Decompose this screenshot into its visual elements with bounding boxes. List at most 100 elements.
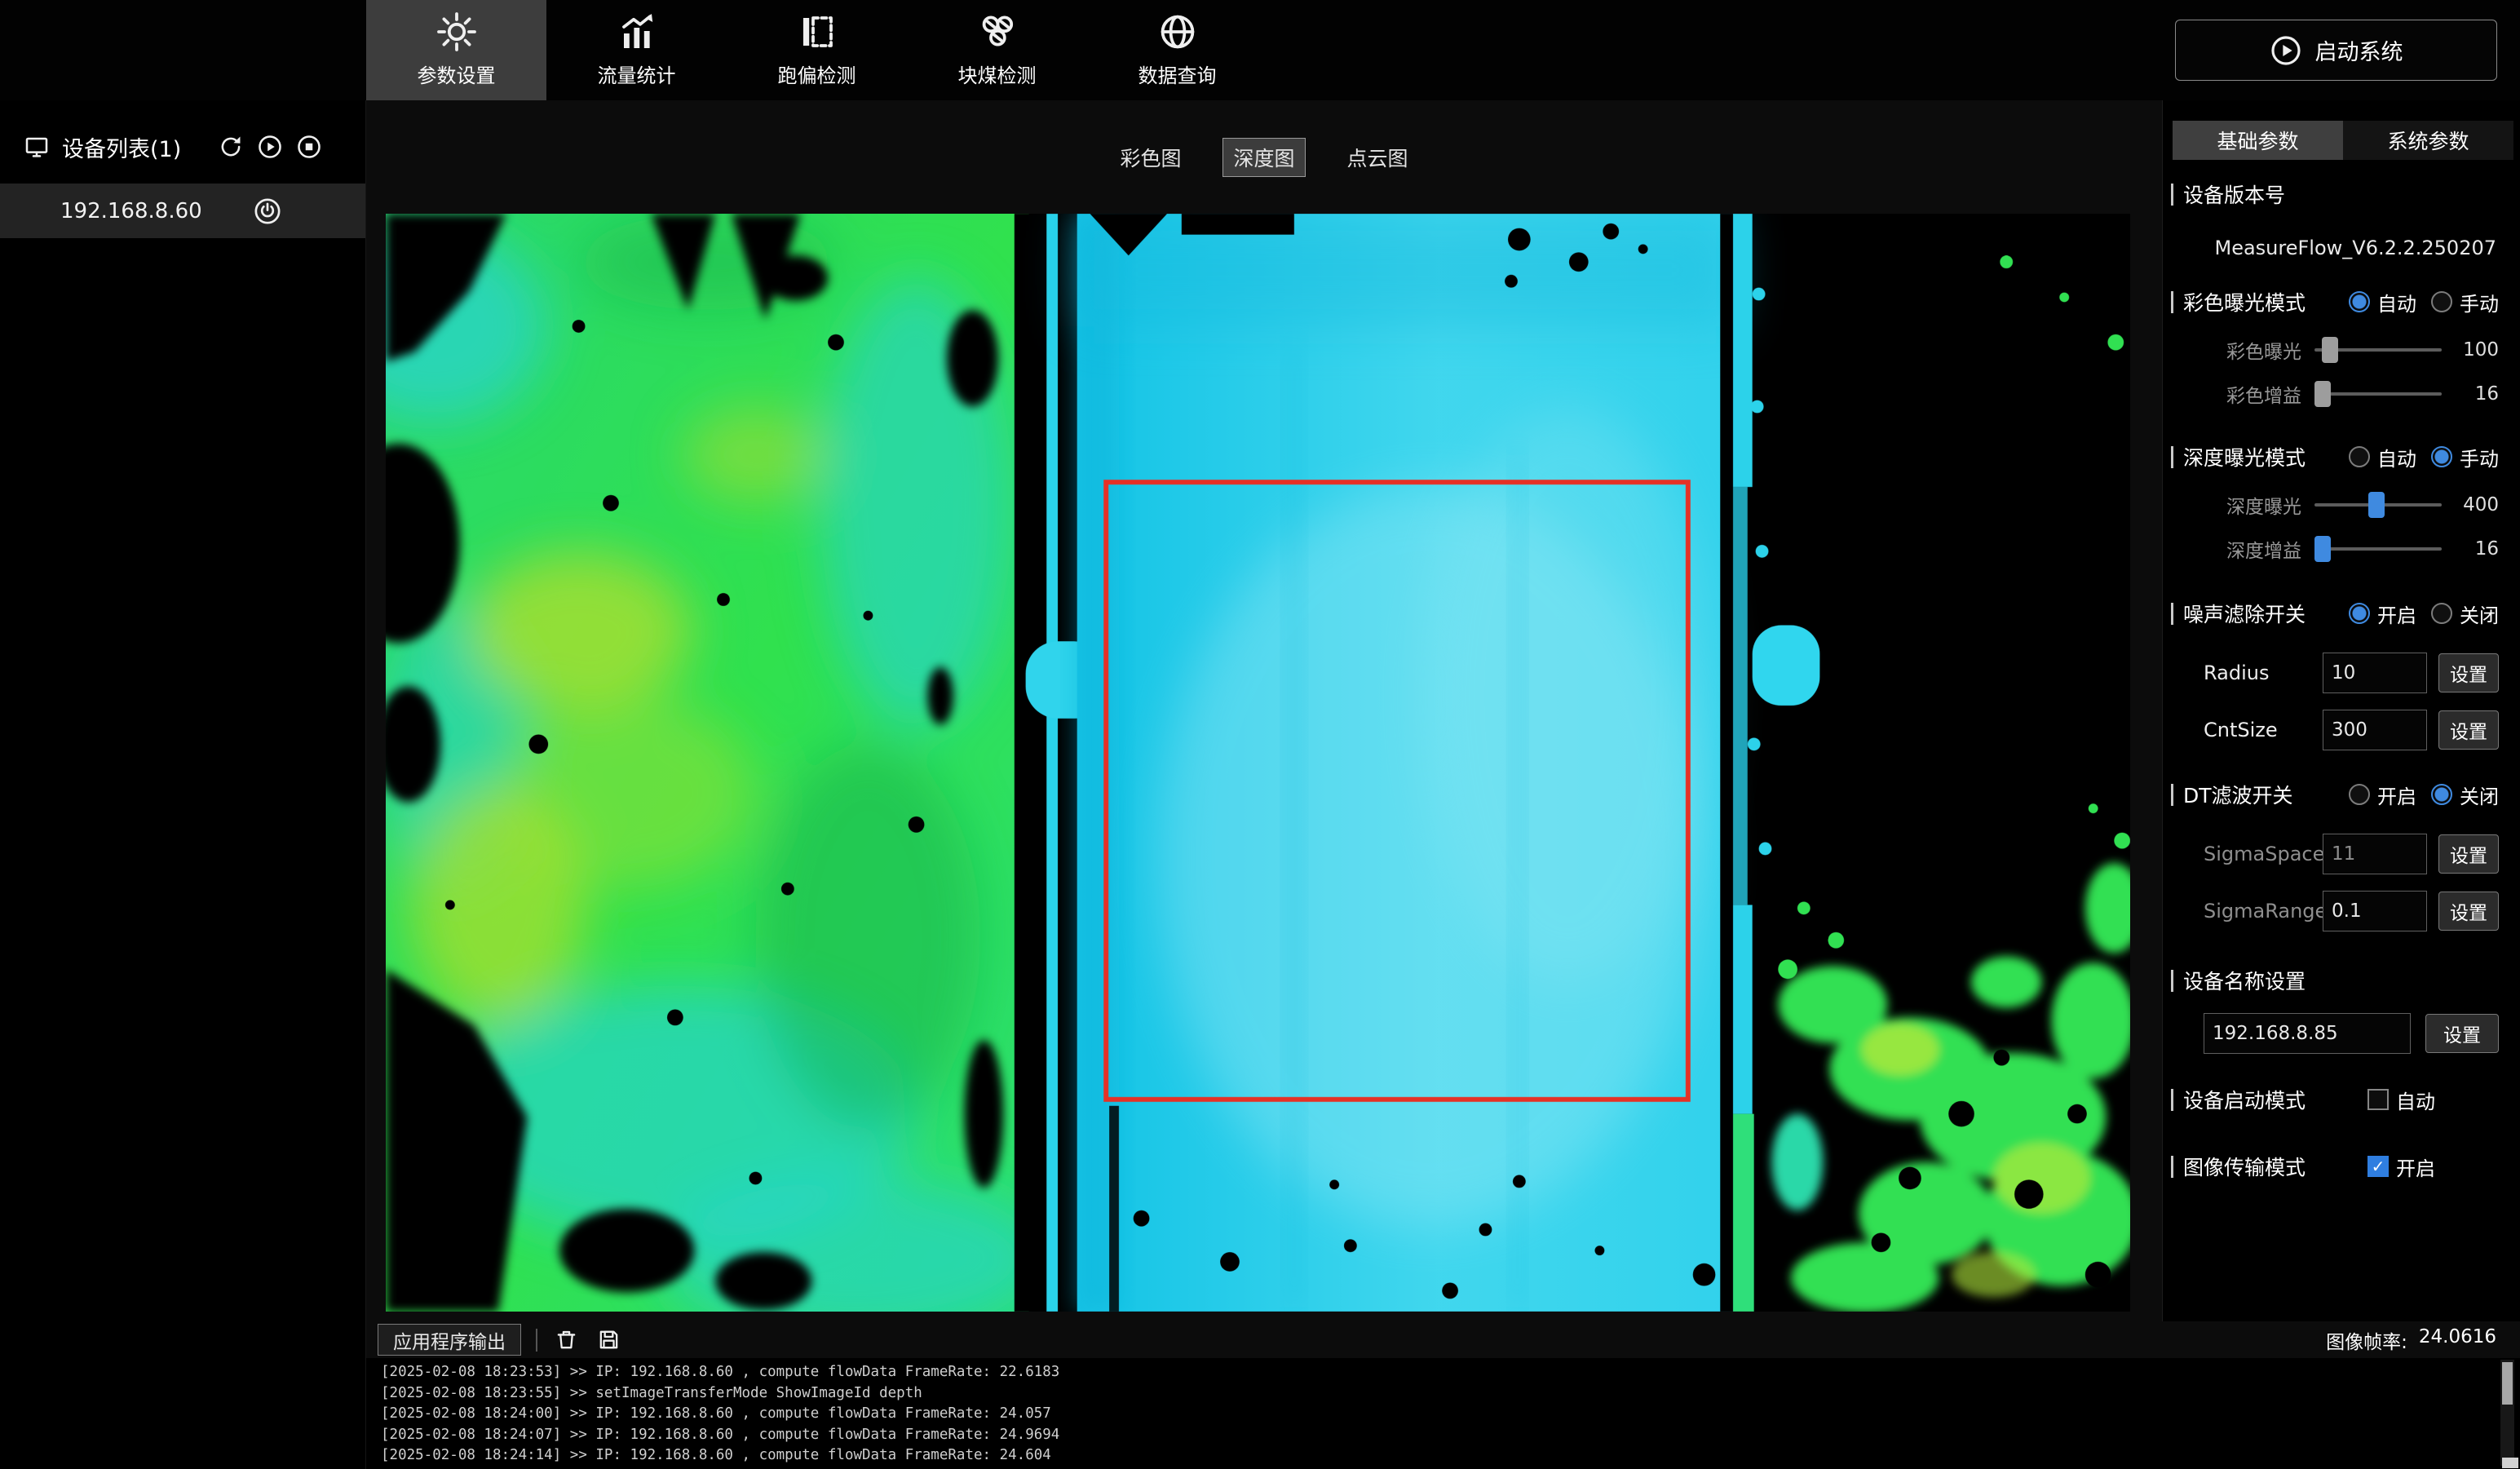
radius-input[interactable] <box>2323 653 2427 693</box>
section-marker <box>2171 1156 2173 1178</box>
cntsize-input[interactable] <box>2323 710 2427 750</box>
noise-filter-off-radio[interactable] <box>2431 603 2452 624</box>
color-exposure-slider-row: 彩色曝光 100 <box>2210 336 2499 364</box>
clear-log-icon[interactable] <box>552 1326 580 1354</box>
sigmaspace-field-row: SigmaSpace 设置 <box>2204 834 2499 874</box>
color-exposure-auto-radio[interactable] <box>2349 291 2370 312</box>
sigmaspace-input[interactable] <box>2323 834 2427 874</box>
device-list-title: 设备列表(1) <box>62 131 181 163</box>
device-name-row: 设置 <box>2204 1013 2499 1054</box>
dt-filter-on-radio[interactable] <box>2349 784 2370 805</box>
device-name-input[interactable] <box>2204 1013 2411 1054</box>
cntsize-set-button[interactable]: 设置 <box>2438 710 2499 750</box>
section-marker <box>2171 291 2173 313</box>
slider-handle[interactable] <box>2314 536 2331 562</box>
section-marker <box>2171 446 2173 468</box>
toolbar-item-label: 块煤检测 <box>958 60 1037 88</box>
device-ip: 192.168.8.60 <box>60 199 202 223</box>
toolbar-item-flow-stats[interactable]: 流量统计 <box>546 0 727 100</box>
sigmarange-field-row: SigmaRange 设置 <box>2204 891 2499 931</box>
toolbar-item-label: 流量统计 <box>598 60 676 88</box>
noise-filter-section: 噪声滤除开关 开启 关闭 <box>2171 599 2520 628</box>
start-device-icon[interactable] <box>256 133 284 161</box>
params-panel: 基础参数 系统参数 设备版本号 MeasureFlow_V6.2.2.25020… <box>2162 100 2520 1321</box>
toolbar-item-label: 跑偏检测 <box>778 60 856 88</box>
radius-field-row: Radius 设置 <box>2204 653 2499 693</box>
start-mode-auto-checkbox[interactable] <box>2367 1089 2389 1110</box>
refresh-devices-icon[interactable] <box>217 133 245 161</box>
depth-gain-slider-row: 深度增益 16 <box>2210 535 2499 563</box>
log-scrollbar-thumb[interactable] <box>2502 1362 2513 1405</box>
color-exposure-slider[interactable] <box>2314 348 2442 352</box>
color-gain-slider[interactable] <box>2314 392 2442 396</box>
transfer-mode-on-checkbox[interactable]: ✓ <box>2367 1156 2389 1177</box>
start-system-label: 启动系统 <box>2315 34 2403 66</box>
section-marker <box>2171 784 2173 806</box>
power-icon[interactable] <box>253 197 282 226</box>
sigmaspace-set-button[interactable]: 设置 <box>2438 834 2499 874</box>
depth-exposure-manual-radio[interactable] <box>2431 446 2452 467</box>
top-toolbar: 参数设置 流量统计 跑偏检测 <box>0 0 2520 100</box>
toolbar-item-deviation-detect[interactable]: 跑偏检测 <box>727 0 907 100</box>
data-query-icon <box>1158 12 1197 51</box>
deviation-icon <box>798 12 837 51</box>
dt-filter-off-radio[interactable] <box>2431 784 2452 805</box>
frame-rate: 图像帧率: 24.0616 <box>2326 1326 2496 1354</box>
gear-icon <box>437 12 476 51</box>
device-list-header: 设备列表(1) <box>0 122 365 172</box>
output-bar: 应用程序输出 图像帧率: 24.0616 <box>366 1321 2520 1358</box>
device-sidebar: 设备列表(1) 192.16 <box>0 100 366 1469</box>
stop-device-icon[interactable] <box>295 133 323 161</box>
depth-exposure-auto-radio[interactable] <box>2349 446 2370 467</box>
play-circle-icon <box>2270 34 2302 67</box>
log-line: [2025-02-08 18:24:00] >> IP: 192.168.8.6… <box>381 1404 2481 1425</box>
log-panel: [2025-02-08 18:23:53] >> IP: 192.168.8.6… <box>366 1358 2520 1469</box>
slider-handle[interactable] <box>2322 337 2338 363</box>
log-line: [2025-02-08 18:24:14] >> IP: 192.168.8.6… <box>381 1445 2481 1467</box>
toolbar-item-data-query[interactable]: 数据查询 <box>1087 0 1267 100</box>
app-window: 参数设置 流量统计 跑偏检测 <box>0 0 2520 1469</box>
save-log-icon[interactable] <box>595 1326 622 1354</box>
params-tabs: 基础参数 系统参数 <box>2173 121 2513 160</box>
toolbar-item-coal-detect[interactable]: 块煤检测 <box>907 0 1087 100</box>
device-row[interactable]: 192.168.8.60 <box>0 184 365 238</box>
tab-basic-params[interactable]: 基础参数 <box>2173 121 2343 160</box>
app-output-tab[interactable]: 应用程序输出 <box>378 1324 521 1356</box>
toolbar-item-label: 参数设置 <box>418 60 496 88</box>
tab-depth-image[interactable]: 深度图 <box>1222 138 1305 177</box>
slider-handle[interactable] <box>2314 381 2331 407</box>
radius-set-button[interactable]: 设置 <box>2438 653 2499 692</box>
depth-image-view[interactable] <box>386 214 2130 1312</box>
cntsize-field-row: CntSize 设置 <box>2204 710 2499 750</box>
sigmarange-input[interactable] <box>2323 891 2427 931</box>
log-line: [2025-02-08 18:23:53] >> IP: 192.168.8.6… <box>381 1362 2481 1383</box>
color-exposure-section: 彩色曝光模式 自动 手动 <box>2171 287 2520 316</box>
color-exposure-manual-radio[interactable] <box>2431 291 2452 312</box>
toolbar-item-param-settings[interactable]: 参数设置 <box>366 0 546 100</box>
depth-exposure-slider[interactable] <box>2314 503 2442 507</box>
device-name-set-button[interactable]: 设置 <box>2425 1014 2499 1053</box>
divider <box>536 1329 537 1352</box>
color-gain-slider-row: 彩色增益 16 <box>2210 380 2499 408</box>
view-tabs: 彩色图 深度图 点云图 <box>366 138 2162 177</box>
log-line: [2025-02-08 18:24:07] >> IP: 192.168.8.6… <box>381 1425 2481 1446</box>
depth-exposure-section: 深度曝光模式 自动 手动 <box>2171 442 2520 471</box>
coal-icon <box>978 12 1017 51</box>
tab-system-params[interactable]: 系统参数 <box>2343 121 2513 160</box>
noise-filter-on-radio[interactable] <box>2349 603 2370 624</box>
device-version-value: MeasureFlow_V6.2.2.250207 <box>2171 237 2496 259</box>
slider-handle[interactable] <box>2368 492 2385 518</box>
sigmarange-set-button[interactable]: 设置 <box>2438 892 2499 931</box>
start-system-button[interactable]: 启动系统 <box>2175 20 2497 81</box>
device-name-title: 设备名称设置 <box>2171 966 2520 995</box>
depth-gain-slider[interactable] <box>2314 547 2442 551</box>
depth-exposure-slider-row: 深度曝光 400 <box>2210 491 2499 519</box>
toolbar-item-label: 数据查询 <box>1138 60 1217 88</box>
frame-rate-value: 24.0616 <box>2419 1326 2496 1354</box>
tab-color-image[interactable]: 彩色图 <box>1109 138 1191 177</box>
log-scrollbar[interactable] <box>2500 1360 2514 1466</box>
section-marker <box>2171 184 2173 206</box>
tab-point-cloud[interactable]: 点云图 <box>1337 138 1419 177</box>
log-line: [2025-02-08 18:23:55] >> setImageTransfe… <box>381 1383 2481 1405</box>
section-marker <box>2171 603 2173 625</box>
